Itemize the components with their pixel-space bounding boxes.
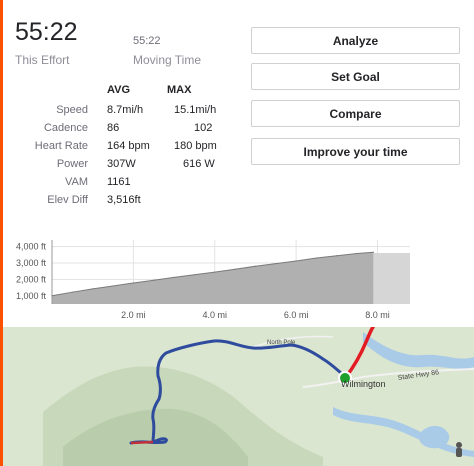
elevation-point — [214, 271, 216, 273]
elevation-point — [71, 291, 73, 293]
elevation-point — [275, 263, 277, 265]
set-goal-button[interactable]: Set Goal — [251, 63, 460, 90]
stat-label: VAM — [64, 176, 88, 188]
map-label-town: Wilmington — [341, 379, 386, 389]
stat-max: 180 bpm — [174, 140, 217, 152]
elevation-point — [315, 257, 318, 259]
elevation-chart[interactable]: 1,000 ft 2,000 ft 3,000 ft 4,000 ft 2.0 mi 4.… — [0, 232, 474, 324]
analyze-button[interactable]: Analyze — [251, 27, 460, 54]
elevation-area — [52, 252, 374, 304]
y-tick-label: 4,000 ft — [16, 242, 47, 252]
stat-label: Speed — [56, 104, 88, 116]
stat-label: Heart Rate — [34, 140, 88, 152]
stat-max: 102 — [194, 122, 213, 134]
elevation-point — [92, 288, 94, 290]
elevation-point — [112, 285, 114, 287]
x-tick-label: 4.0 mi — [202, 310, 227, 320]
elevation-point — [336, 255, 338, 257]
elevation-point — [295, 260, 297, 262]
stat-row-elev-diff: Elev Diff 3,516ft — [0, 194, 474, 212]
elevation-point — [51, 295, 53, 297]
effort-time: 55:22 — [15, 18, 78, 46]
x-tick-label: 2.0 mi — [121, 310, 146, 320]
elevation-point — [193, 274, 195, 276]
stat-avg: 8.7mi/h — [107, 104, 144, 116]
y-tick-label: 3,000 ft — [16, 258, 47, 268]
y-tick-label: 1,000 ft — [16, 291, 47, 301]
map-route-start-segment — [130, 440, 154, 445]
stat-avg: 3,516ft — [107, 194, 141, 206]
stat-label: Cadence — [43, 122, 88, 134]
elevation-point — [254, 265, 257, 267]
elevation-point — [153, 279, 155, 281]
stat-avg: 307W — [107, 158, 136, 170]
moving-time-label: Moving Time — [133, 53, 202, 67]
effort-label: This Effort — [15, 53, 70, 67]
y-tick-label: 2,000 ft — [16, 274, 47, 284]
route-map[interactable]: North Pole State Hwy 86 Wilmington — [3, 327, 474, 466]
stat-avg: 1161 — [107, 176, 131, 188]
avg-header: AVG — [107, 84, 131, 96]
elevation-point — [132, 282, 134, 284]
stat-avg: 164 bpm — [107, 140, 150, 152]
elevation-point — [234, 268, 236, 270]
chart-highlight-region — [373, 252, 410, 304]
stat-max: 616 W — [183, 158, 215, 170]
stat-row-vam: VAM 1161 — [0, 176, 474, 194]
x-tick-label: 6.0 mi — [284, 310, 309, 320]
stat-avg: 86 — [107, 122, 120, 134]
elevation-point — [356, 252, 358, 255]
max-header: MAX — [167, 84, 192, 96]
elevation-point — [173, 276, 175, 279]
map-street-view-icon[interactable] — [456, 442, 462, 457]
stat-label: Elev Diff — [47, 194, 88, 206]
compare-button[interactable]: Compare — [251, 100, 460, 127]
moving-time-value: 55:22 — [133, 35, 161, 47]
elevation-point — [372, 251, 374, 253]
improve-time-button[interactable]: Improve your time — [251, 138, 460, 165]
x-tick-label: 8.0 mi — [365, 310, 390, 320]
stat-label: Power — [56, 158, 88, 170]
stat-max: 15.1mi/h — [174, 104, 217, 116]
